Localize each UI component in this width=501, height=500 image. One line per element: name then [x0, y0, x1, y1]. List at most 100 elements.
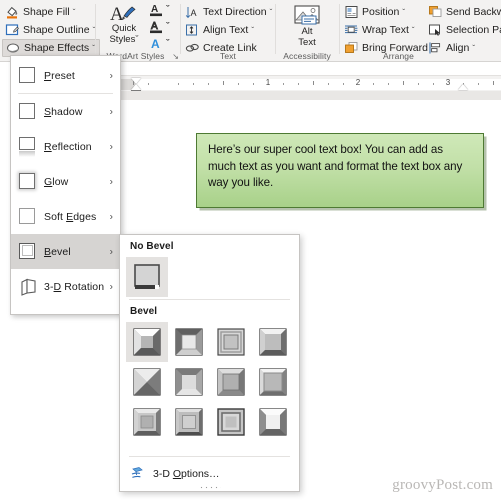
bevel-icon: [18, 242, 38, 262]
wrap-text-button[interactable]: Wrap Text ˇ: [344, 22, 415, 38]
shape-effects-menu[interactable]: Preset › Shadow › Reflection › Glow › So…: [10, 55, 121, 315]
text-outline-button[interactable]: A ˇ: [149, 19, 170, 37]
gallery-resize-grip[interactable]: [198, 486, 221, 489]
text-direction-label: Text Direction: [203, 6, 267, 18]
bevel-convex-thumbnail-icon: [216, 367, 246, 397]
menu-item-label: Bevel: [44, 245, 71, 258]
gallery-item-bevel-slope[interactable]: [210, 322, 252, 362]
alt-text-label: Alt Text: [298, 26, 316, 48]
position-icon: [344, 5, 359, 19]
alt-text-button[interactable]: Alt Text: [287, 4, 327, 48]
menu-item-soft-edges[interactable]: Soft Edges ›: [11, 199, 120, 234]
wordart-dialog-launcher[interactable]: ↘: [172, 52, 179, 61]
horizontal-ruler[interactable]: 1 2 3: [110, 75, 501, 91]
gallery-item-bevel-cool-slant[interactable]: [252, 362, 294, 402]
ruler-number: 3: [445, 78, 451, 87]
gallery-item-no-bevel[interactable]: [126, 257, 168, 297]
3d-rotation-icon: [18, 277, 38, 297]
text-fill-button[interactable]: A ˇ: [149, 2, 170, 20]
menu-item-glow[interactable]: Glow ›: [11, 164, 120, 199]
gallery-item-bevel-divot[interactable]: [126, 402, 168, 442]
chevron-down-icon[interactable]: ˇ: [251, 26, 254, 35]
no-bevel-grid: [120, 255, 299, 299]
menu-item-reflection[interactable]: Reflection ›: [11, 129, 120, 164]
send-backward-icon: [428, 5, 443, 19]
menu-item-3d-rotation[interactable]: 3-D Rotation ›: [11, 269, 120, 304]
menu-item-label: Glow: [44, 175, 69, 188]
ribbon: Shape Fill ˇ Shape Outline ˇ Shape Effec…: [0, 0, 501, 62]
bevel-slope-thumbnail-icon: [216, 327, 246, 357]
reflection-icon: [18, 136, 38, 157]
menu-item-bevel[interactable]: Bevel ›: [11, 234, 120, 269]
selection-pane-button[interactable]: Selection Pane: [428, 22, 501, 38]
bevel-soft-round-thumbnail-icon: [174, 367, 204, 397]
wrap-text-label: Wrap Text: [362, 24, 409, 36]
chevron-down-icon[interactable]: ˇ: [412, 26, 415, 35]
quick-styles-icon: A: [110, 4, 136, 25]
arrange-group-label: Arrange: [383, 51, 414, 61]
ribbon-group-text: A Text Direction ˇ Align Text ˇ Create L…: [181, 0, 275, 62]
menu-item-label: Preset: [44, 69, 75, 82]
send-backward-label: Send Backward: [446, 6, 501, 18]
bevel-grid: [120, 320, 299, 444]
send-backward-button[interactable]: Send Backward ˇ: [428, 4, 501, 20]
bevel-cool-slant-thumbnail-icon: [258, 367, 288, 397]
chevron-down-icon[interactable]: ˇ: [166, 38, 170, 50]
menu-item-label: 3-D Rotation: [44, 280, 105, 293]
bevel-heading: Bevel: [130, 306, 158, 317]
ribbon-group-shape-styles: Shape Fill ˇ Shape Outline ˇ Shape Effec…: [0, 0, 100, 62]
bevel-cross-thumbnail-icon: [258, 327, 288, 357]
gallery-item-bevel-circle[interactable]: [126, 322, 168, 362]
chevron-down-icon[interactable]: ˇ: [270, 8, 273, 17]
wrap-text-icon: [344, 23, 359, 37]
shape-fill-button[interactable]: Shape Fill ˇ: [5, 4, 75, 20]
selection-pane-label: Selection Pane: [446, 24, 501, 36]
align-text-button[interactable]: Align Text ˇ: [185, 22, 254, 38]
preset-icon: [18, 66, 38, 86]
chevron-down-icon[interactable]: ˇ: [135, 34, 138, 45]
chevron-right-icon: ›: [109, 246, 113, 257]
gallery-item-bevel-angle[interactable]: [126, 362, 168, 402]
ruler-number: 1: [265, 78, 271, 87]
menu-item-label: Shadow: [44, 105, 83, 118]
gallery-item-bevel-soft-round[interactable]: [168, 362, 210, 402]
chevron-right-icon: ›: [109, 176, 113, 187]
menu-item-preset[interactable]: Preset ›: [11, 58, 120, 93]
chevron-right-icon: ›: [109, 106, 113, 117]
svg-text:A: A: [151, 21, 158, 32]
right-indent-marker[interactable]: [458, 84, 468, 90]
gallery-item-bevel-round[interactable]: [168, 322, 210, 362]
gallery-item-bevel-riblet[interactable]: [168, 402, 210, 442]
shape-effects-icon: [6, 41, 21, 55]
chevron-right-icon: ›: [109, 141, 113, 152]
shape-outline-icon: [5, 23, 20, 37]
chevron-right-icon: ›: [109, 70, 113, 81]
gallery-item-bevel-convex[interactable]: [210, 362, 252, 402]
gallery-item-bevel-hard-edge[interactable]: [210, 402, 252, 442]
no-bevel-thumbnail-icon: [132, 262, 162, 292]
gallery-item-bevel-cross[interactable]: [252, 322, 294, 362]
svg-text:A: A: [151, 37, 160, 51]
selection-pane-icon: [428, 23, 443, 37]
svg-text:A: A: [191, 8, 197, 18]
shape-fill-icon: [5, 5, 20, 19]
ribbon-group-wordart-styles: A Quick Stylesˇ A ˇ A ˇ A ˇ WordArt Styl…: [96, 0, 179, 62]
quick-styles-button[interactable]: A Quick Stylesˇ: [102, 3, 146, 49]
shape-outline-button[interactable]: Shape Outline ˇ: [5, 22, 95, 38]
3d-options-icon: [130, 466, 146, 482]
3d-options-label: 3-D Options…: [153, 468, 220, 480]
chevron-down-icon[interactable]: ˇ: [402, 8, 405, 17]
position-button[interactable]: Position ˇ: [344, 4, 405, 20]
chevron-right-icon: ›: [109, 211, 113, 222]
bevel-round-thumbnail-icon: [174, 327, 204, 357]
text-box-shape[interactable]: Here’s our super cool text box! You can …: [196, 133, 484, 208]
chevron-down-icon[interactable]: ˇ: [166, 21, 170, 33]
menu-item-shadow[interactable]: Shadow ›: [11, 94, 120, 129]
text-direction-button[interactable]: A Text Direction ˇ: [185, 4, 272, 20]
chevron-down-icon[interactable]: ˇ: [73, 8, 76, 17]
text-fill-icon: A: [150, 4, 162, 17]
gallery-item-bevel-art-deco[interactable]: [252, 402, 294, 442]
bevel-gallery-flyout[interactable]: No Bevel Bevel 3-D Options…: [119, 234, 300, 492]
bevel-hard-edge-thumbnail-icon: [216, 407, 246, 437]
chevron-down-icon[interactable]: ˇ: [166, 4, 170, 16]
